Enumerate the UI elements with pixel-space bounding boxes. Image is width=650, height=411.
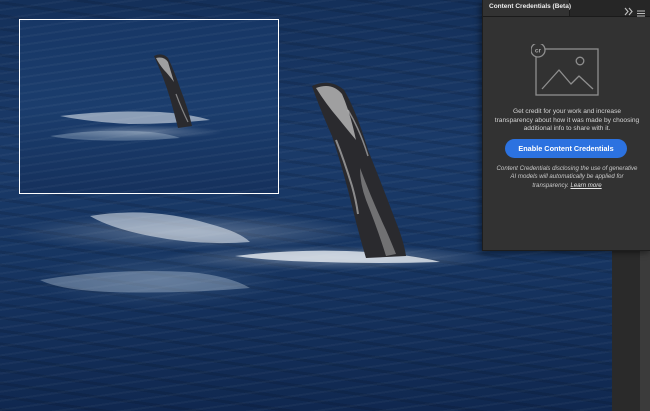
- panel-description: Get credit for your work and increase tr…: [494, 108, 640, 133]
- zoom-preview: [19, 19, 279, 194]
- note-text: Content Credentials disclosing the use o…: [496, 165, 638, 189]
- learn-more-link[interactable]: Learn more: [571, 182, 602, 189]
- whale-preview-image: [50, 54, 210, 141]
- generative-ai-note: Content Credentials disclosing the use o…: [493, 165, 641, 190]
- vertical-scrollbar[interactable]: [640, 250, 650, 411]
- enable-content-credentials-button[interactable]: Enable Content Credentials: [505, 139, 627, 158]
- cr-badge: cr: [535, 48, 542, 55]
- double-chevron-right-icon[interactable]: [624, 3, 634, 21]
- panel-tab[interactable]: Content Credentials (Beta): [483, 0, 571, 16]
- panel-menu-icon[interactable]: [637, 4, 645, 22]
- content-credentials-panel: Content Credentials (Beta) cr Get credit…: [482, 0, 650, 251]
- panel-title: Content Credentials (Beta): [489, 3, 571, 10]
- content-credentials-image-icon: cr: [530, 42, 601, 103]
